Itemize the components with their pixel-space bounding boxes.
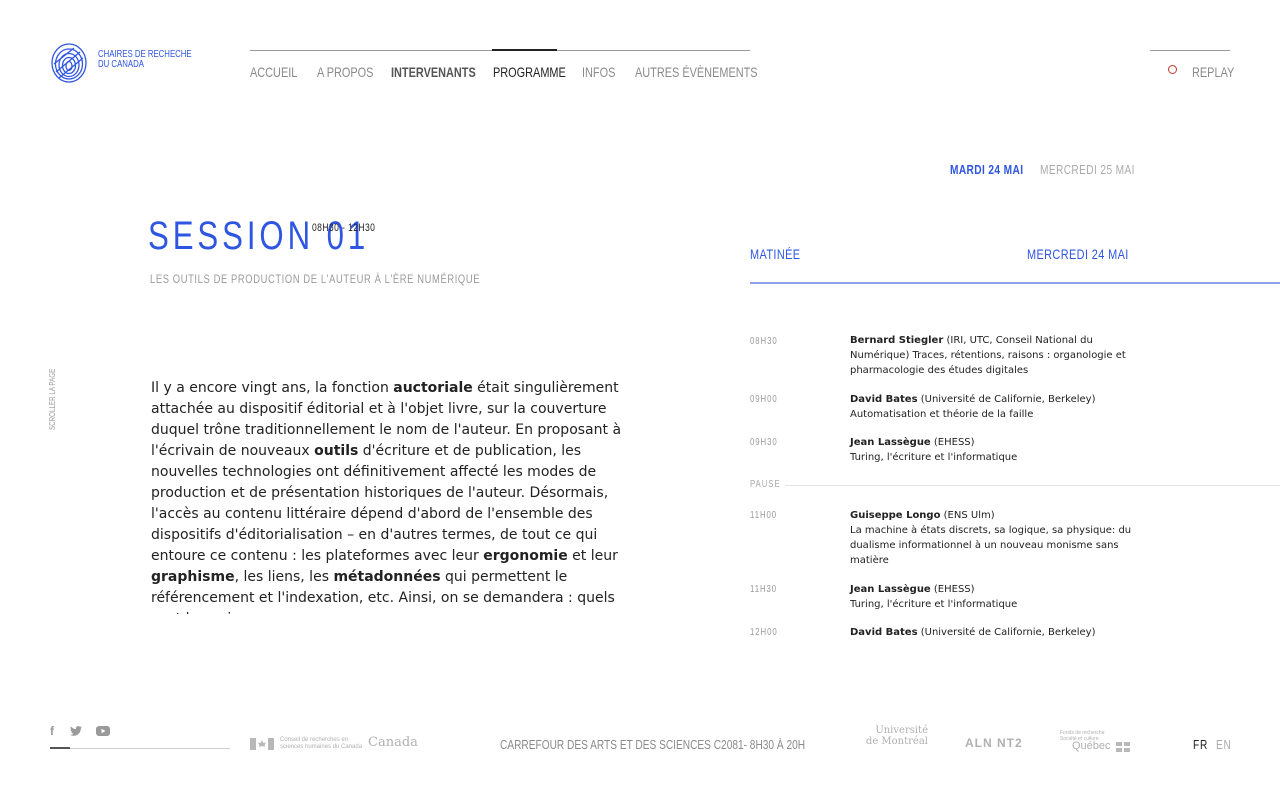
- venue-info: Carrefour des arts et des sciences C2081…: [500, 737, 806, 752]
- partner-alln[interactable]: ALN NT2: [965, 736, 1023, 750]
- talk-title: La machine à états discrets, sa logique,…: [850, 525, 1132, 566]
- lang-en[interactable]: EN: [1216, 737, 1236, 752]
- keyword: auctoriale: [393, 380, 473, 396]
- programme-period: Matinée: [750, 246, 801, 262]
- nt2-text: NT2: [997, 736, 1023, 750]
- partner-udem[interactable]: Université de Montréal: [858, 725, 928, 747]
- nav-rule-right: [1150, 50, 1230, 51]
- programme-row: Guiseppe Longo (ENS Ulm) La machine à éta…: [850, 508, 1135, 568]
- partner-crsh[interactable]: Conseil de recherches en sciences humain…: [250, 735, 418, 755]
- session-time: 08H30 - 12H30: [312, 222, 376, 234]
- udem-line-2: de Montréal: [865, 736, 928, 747]
- pause-divider: [785, 485, 1280, 486]
- programme-row: Jean Lassègue (EHESS) Turing, l'écriture …: [850, 435, 1135, 465]
- canada-wordmark: Canada: [368, 735, 418, 750]
- replay-label: Replay: [1192, 64, 1235, 80]
- talk-title: Turing, l'écriture et l'informatique: [850, 599, 1018, 610]
- programme-row: Jean Lassègue (EHESS) Turing, l'écriture …: [850, 582, 1135, 612]
- partner-frq[interactable]: Fonds de recherche Société et culture Qu…: [1060, 730, 1135, 752]
- programme-row: Bernard Stiegler (IRI, UTC, Conseil Nati…: [850, 333, 1135, 378]
- twitter-icon[interactable]: [70, 725, 82, 739]
- crsh-line-1: Conseil de recherches en: [280, 737, 349, 743]
- text-segment: , les liens, les: [234, 569, 334, 585]
- speaker-name[interactable]: Jean Lassègue: [850, 584, 931, 595]
- keyword: métadonnées: [333, 569, 441, 585]
- logo-line-2: du Canada: [98, 59, 144, 70]
- text-segment: et leur: [567, 548, 618, 564]
- nav-active-indicator: [492, 49, 557, 51]
- speaker-affiliation: (EHESS): [933, 437, 975, 448]
- programme-row-time: 09H30: [750, 437, 778, 448]
- nav-item-autres-evenements[interactable]: Autres évènements: [635, 64, 792, 80]
- speaker-affiliation: (Université de Californie, Berkeley): [920, 394, 1096, 405]
- programme-rule: [750, 282, 1280, 284]
- nav-item-infos[interactable]: Infos: [582, 64, 625, 80]
- facebook-icon[interactable]: f: [50, 724, 54, 738]
- footer-social-rule: [50, 748, 230, 749]
- udem-line-1: Université: [875, 725, 928, 736]
- programme-row: David Bates (Université de Californie, B…: [850, 625, 1135, 640]
- programme-row-time: 11H00: [750, 510, 778, 521]
- day-tab-mercredi[interactable]: Mercredi 25 mai: [1040, 162, 1162, 177]
- nav-item-programme[interactable]: Programme: [493, 64, 586, 80]
- programme-date: Mercredi 24 mai: [1027, 246, 1129, 262]
- crsh-line-2: sciences humaines du Canada: [280, 744, 363, 750]
- canada-flag-icon: [250, 738, 274, 750]
- speaker-name[interactable]: Jean Lassègue: [850, 437, 931, 448]
- text-segment: Il y a encore vingt ans, la fonction: [151, 380, 394, 396]
- lang-fr[interactable]: FR: [1193, 737, 1212, 752]
- programme-row-time: 09H00: [750, 394, 778, 405]
- footer-social-rule-accent: [50, 747, 70, 749]
- speaker-name[interactable]: David Bates: [850, 627, 918, 638]
- fingerprint-icon: [51, 43, 87, 83]
- quebec-flag-icon: [1116, 742, 1130, 752]
- site-logo[interactable]: Chaires de recheche du Canada: [50, 42, 192, 84]
- speaker-name[interactable]: Bernard Stiegler: [850, 335, 943, 346]
- youtube-icon[interactable]: [96, 725, 110, 739]
- logo-text: Chaires de recheche du Canada: [98, 50, 218, 70]
- replay-link[interactable]: Replay: [1168, 64, 1234, 80]
- pause-label: Pause: [750, 479, 781, 490]
- speaker-name[interactable]: Guiseppe Longo: [850, 510, 940, 521]
- programme-row-time: 11H30: [750, 584, 778, 595]
- keyword: ergonomie: [483, 548, 568, 564]
- session-title: Session 01: [148, 214, 370, 258]
- nav-item-a-propos[interactable]: A propos: [317, 64, 389, 80]
- nav-item-accueil[interactable]: Accueil: [250, 64, 311, 80]
- talk-title: Automatisation et théorie de la faille: [850, 409, 1034, 420]
- speaker-affiliation: (EHESS): [933, 584, 975, 595]
- alln-text: ALN: [965, 736, 993, 750]
- keyword: graphisme: [151, 569, 235, 585]
- talk-title: Turing, l'écriture et l'informatique: [850, 452, 1018, 463]
- scroll-hint: Scroller la page: [48, 368, 57, 430]
- programme-row-time: 12H00: [750, 627, 778, 638]
- session-description: Il y a encore vingt ans, la fonction auc…: [151, 378, 636, 614]
- speaker-affiliation: (ENS Ulm): [943, 510, 995, 521]
- quebec-wordmark: Québec: [1072, 740, 1111, 752]
- nav-item-intervenants[interactable]: Intervenants: [391, 64, 500, 80]
- text-segment: d'écriture et de publication, les nouvel…: [151, 443, 609, 564]
- programme-row-time: 08H30: [750, 336, 778, 347]
- day-tab-mardi[interactable]: Mardi 24 mai: [950, 162, 1044, 177]
- speaker-name[interactable]: David Bates: [850, 394, 918, 405]
- programme-row: David Bates (Université de Californie, B…: [850, 392, 1135, 422]
- session-subtitle: Les outils de production de l'auteur à l…: [150, 272, 481, 286]
- keyword: outils: [314, 443, 359, 459]
- replay-dot-icon: [1168, 65, 1177, 74]
- speaker-affiliation: (Université de Californie, Berkeley): [920, 627, 1096, 638]
